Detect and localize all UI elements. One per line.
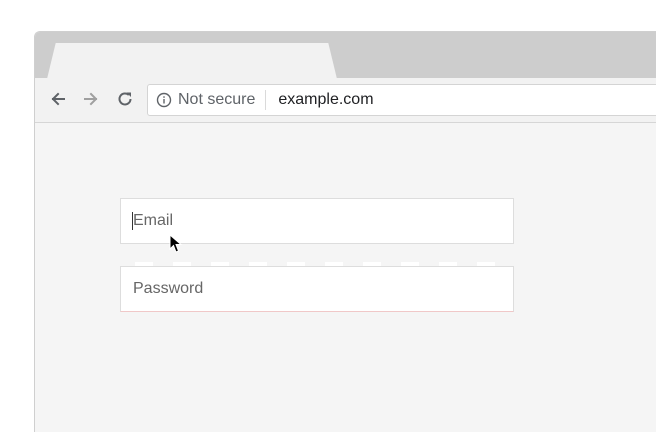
tab-strip: [35, 32, 656, 79]
omnibox-divider: [265, 90, 267, 110]
page-content: Email Password: [35, 123, 656, 432]
address-bar[interactable]: Not secure example.com: [147, 84, 656, 116]
browser-window: Not secure example.com Email Password: [34, 31, 656, 432]
reload-button[interactable]: [112, 86, 138, 112]
active-tab[interactable]: [47, 43, 337, 79]
info-icon[interactable]: [156, 92, 172, 108]
reload-icon: [118, 92, 132, 106]
url-text[interactable]: example.com: [278, 91, 373, 109]
arrow-left-icon: [51, 92, 65, 106]
back-button[interactable]: [45, 86, 71, 112]
email-placeholder: Email: [133, 212, 174, 229]
password-placeholder: Password: [133, 280, 204, 297]
mouse-pointer-icon: [169, 234, 183, 253]
forward-button[interactable]: [78, 86, 104, 112]
browser-toolbar: Not secure example.com: [35, 78, 656, 123]
arrow-right-icon: [84, 92, 98, 106]
password-field[interactable]: Password: [120, 266, 514, 312]
security-status-label[interactable]: Not secure: [178, 91, 255, 109]
